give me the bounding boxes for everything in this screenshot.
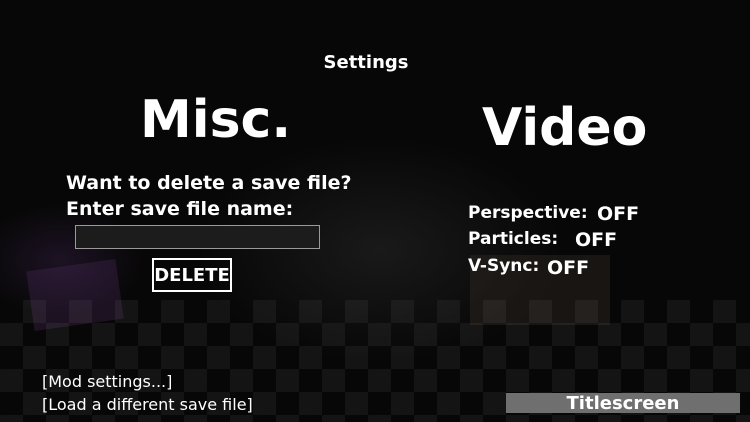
enter-save-name-label: Enter save file name: [66,198,294,220]
video-heading: Video [482,98,648,158]
page-title: Settings [323,52,409,73]
delete-question-label: Want to delete a save file? [66,172,352,194]
load-save-file-link[interactable]: [Load a different save file] [42,395,253,414]
perspective-label: Perspective: [468,203,588,223]
save-file-name-input[interactable] [75,225,320,249]
delete-button[interactable]: DELETE [152,258,232,292]
particles-label: Particles: [468,229,559,249]
misc-heading: Misc. [140,90,292,150]
vsync-toggle[interactable]: OFF [547,257,589,279]
titlescreen-button[interactable]: Titlescreen [506,393,740,414]
mod-settings-link[interactable]: [Mod settings...] [42,372,172,391]
perspective-toggle[interactable]: OFF [597,203,639,225]
particles-toggle[interactable]: OFF [575,229,617,251]
vsync-label: V-Sync: [468,256,540,276]
